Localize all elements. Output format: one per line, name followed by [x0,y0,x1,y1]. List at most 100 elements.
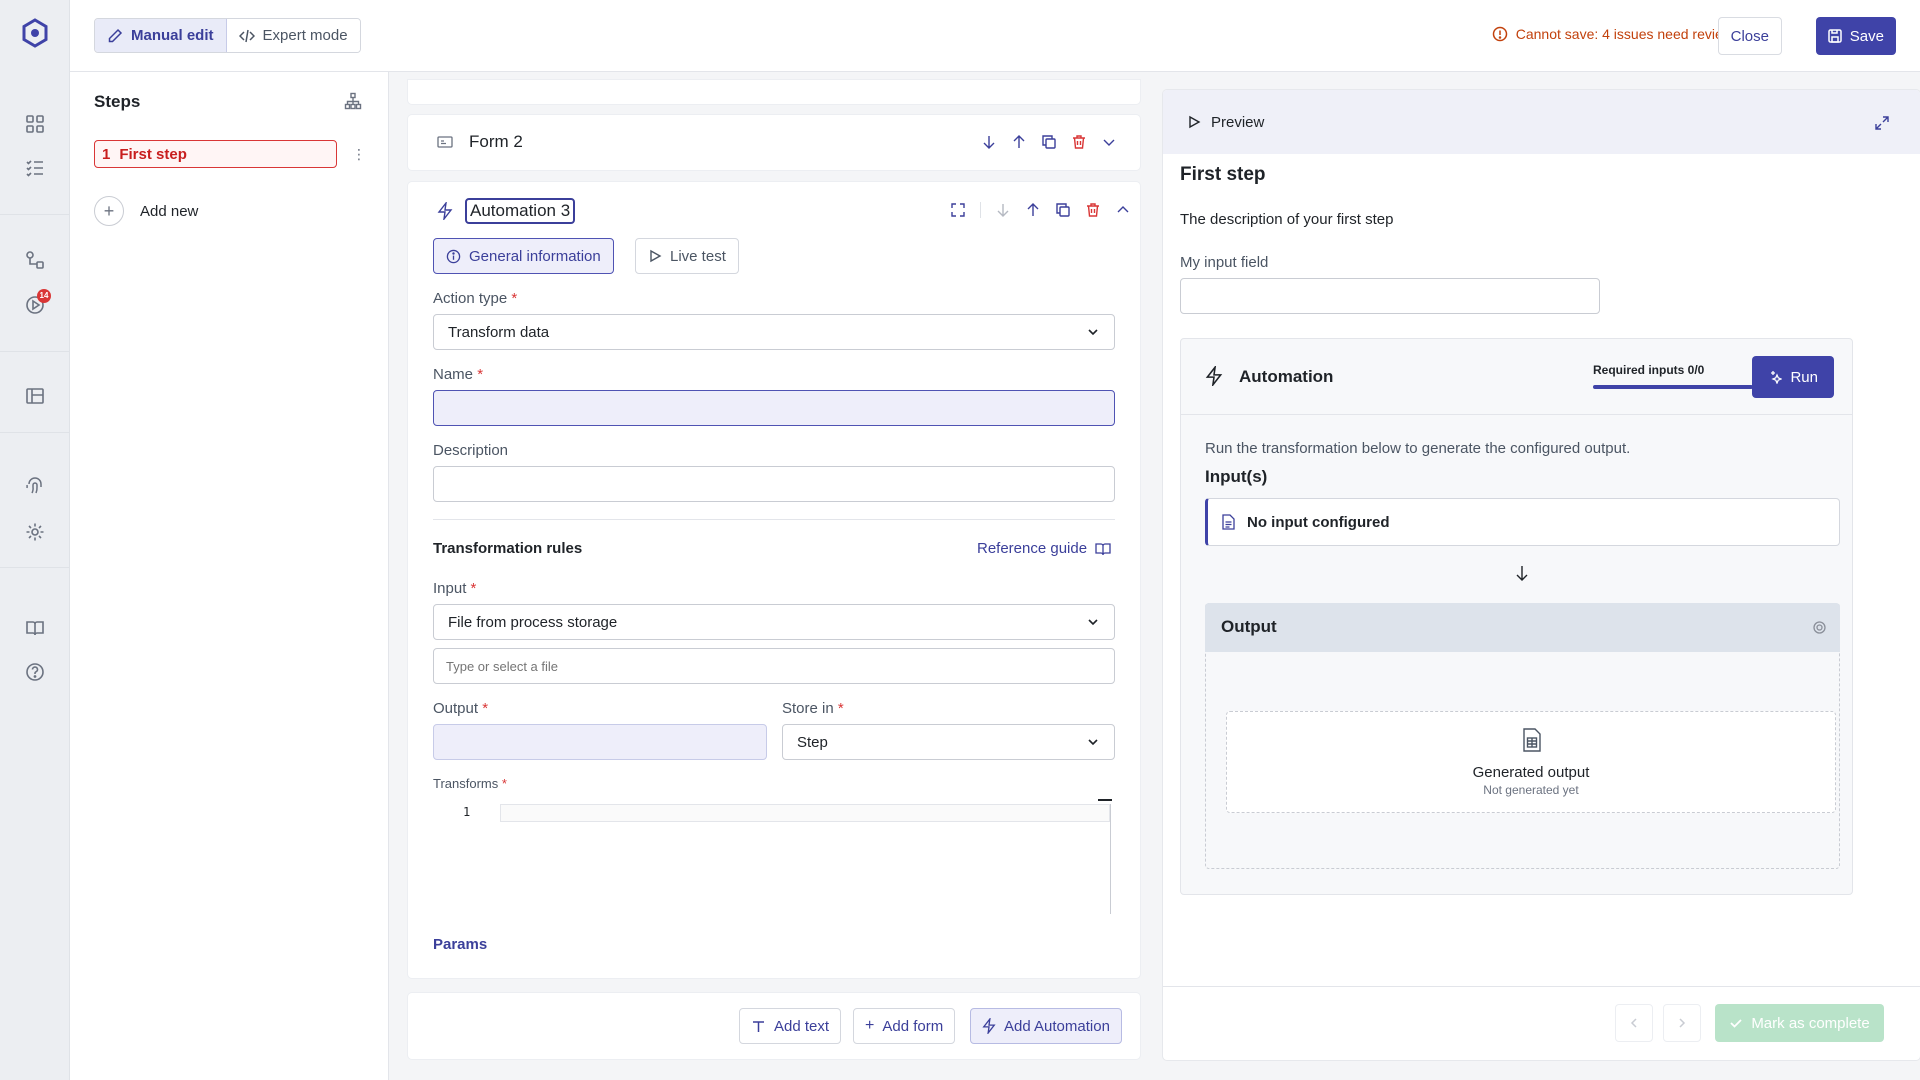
app-logo-icon[interactable] [20,18,50,48]
tab-general-information[interactable]: General information [433,238,614,274]
mark-complete-button[interactable]: Mark as complete [1715,1004,1884,1042]
chevron-down-icon [1088,619,1098,626]
hierarchy-icon[interactable] [23,384,47,408]
add-form-button[interactable]: + Add form [853,1008,956,1044]
store-in-value: Step [797,733,828,751]
input-label: Input * [433,580,477,597]
description-input[interactable] [433,466,1115,502]
spreadsheet-file-icon [1523,728,1541,752]
divider [433,519,1115,520]
target-icon [1813,621,1826,634]
form-card[interactable]: Form 2 [408,115,1140,170]
action-type-select[interactable]: Transform data [433,314,1115,350]
chevron-left-icon [1630,1018,1637,1028]
save-warning-text: Cannot save: 4 issues need review. [1515,26,1736,42]
code-icon [238,29,255,42]
move-down-icon[interactable] [981,134,997,150]
generated-output-status: Not generated yet [1483,783,1579,797]
steps-title: Steps [94,92,141,111]
add-text-button[interactable]: Add text [739,1008,842,1044]
chevron-up-icon[interactable] [1115,202,1131,218]
tab-general-label: General information [469,247,601,265]
move-up-icon[interactable] [1025,202,1041,218]
lightning-icon [982,1018,996,1034]
add-new-step-button[interactable]: + Add new [94,196,198,226]
plus-icon: + [865,1017,875,1034]
steps-panel: Steps 1 First step ⋮ + Add new [70,72,389,1080]
preview-footer-divider [1163,986,1920,987]
tree-view-icon[interactable] [344,92,362,110]
automation-title-input[interactable]: Automation 3 [465,198,576,224]
scrollbar-track [1110,804,1111,914]
generated-output-title: Generated output [1472,764,1590,781]
chevron-down-icon [1088,739,1098,746]
move-up-icon[interactable] [1011,134,1027,150]
fingerprint-icon[interactable] [23,474,47,498]
line-number: 1 [463,805,471,819]
run-button[interactable]: Run [1752,356,1834,398]
play-icon [650,249,662,263]
scrollbar-thumb[interactable] [1098,799,1112,801]
expand-icon[interactable] [950,202,966,218]
name-input[interactable] [433,390,1115,426]
sparkle-icon [1771,371,1783,384]
description-label: Description [433,442,509,459]
tab-live-test[interactable]: Live test [635,238,739,274]
dashboard-icon[interactable] [23,112,47,136]
output-title: Output [1221,617,1277,636]
run-description: Run the transformation below to generate… [1205,440,1631,457]
chevron-down-icon[interactable] [1101,134,1117,150]
add-automation-button[interactable]: Add Automation [970,1008,1122,1044]
required-inputs-progress [1593,385,1753,389]
task-list-icon[interactable] [23,156,47,180]
automation-box-header: Automation Required inputs 0/0 Run [1181,339,1852,415]
step-more-icon[interactable]: ⋮ [352,146,366,163]
store-in-select[interactable]: Step [782,724,1115,760]
params-link[interactable]: Params [433,936,487,953]
manual-edit-tab[interactable]: Manual edit [95,19,227,52]
previous-card-edge [408,80,1140,104]
delete-icon[interactable] [1085,202,1101,218]
preview-automation-box: Automation Required inputs 0/0 Run Run t… [1180,338,1853,895]
action-type-label: Action type * [433,290,518,307]
run-label: Run [1790,368,1818,386]
output-input[interactable] [433,724,767,760]
output-label: Output * [433,700,489,717]
next-step-button[interactable] [1663,1004,1701,1042]
duplicate-icon[interactable] [1041,134,1057,150]
file-select-input[interactable] [433,648,1115,684]
preview-input-label: My input field [1180,254,1269,271]
save-warning: Cannot save: 4 issues need review. [1492,26,1736,42]
text-icon [753,1020,764,1032]
settings-icon[interactable] [23,520,47,544]
required-inputs-text: Required inputs 0/0 [1593,363,1705,377]
previous-step-button[interactable] [1615,1004,1653,1042]
action-type-value: Transform data [448,323,550,341]
warning-circle-icon [1492,26,1507,42]
transformation-rules-title: Transformation rules [433,540,583,557]
close-button[interactable]: Close [1717,17,1782,55]
step-label: First step [119,145,187,163]
lightning-icon [1205,366,1223,386]
input-source-select[interactable]: File from process storage [433,604,1115,640]
transforms-code-editor[interactable]: 1 [433,796,1115,914]
process-flow-icon[interactable] [23,248,47,272]
book-icon [1095,542,1111,555]
help-icon[interactable] [23,660,47,684]
save-button[interactable]: Save [1815,17,1896,55]
preview-input-field[interactable] [1180,278,1600,314]
chevron-down-icon [1088,329,1098,336]
code-line[interactable] [500,804,1110,822]
step-item-first[interactable]: 1 First step [94,140,337,168]
preview-title: Preview [1211,113,1265,131]
add-block-bar: Add text + Add form Add Automation [408,993,1140,1059]
reference-guide-link[interactable]: Reference guide [977,540,1111,557]
left-rail: 14 [0,0,70,1080]
delete-icon[interactable] [1071,134,1087,150]
docs-book-icon[interactable] [23,616,47,640]
fullscreen-icon[interactable] [1874,115,1890,131]
pencil-icon [108,28,123,42]
expert-mode-tab[interactable]: Expert mode [226,19,360,52]
preview-panel: Preview First step The description of yo… [1163,90,1920,1060]
duplicate-icon[interactable] [1055,202,1071,218]
